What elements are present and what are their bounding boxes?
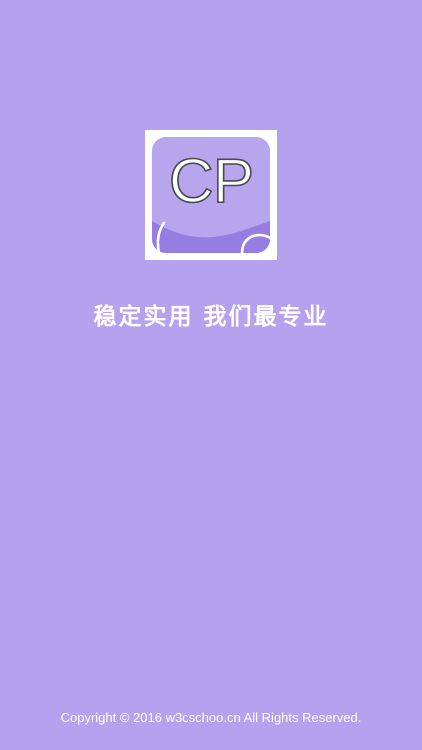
tagline-text: 稳定实用 我们最专业 [93, 304, 329, 330]
copyright-text: Copyright © 2016 w3cschoo.cn All Rights … [60, 710, 362, 725]
app-logo: CP [145, 130, 277, 260]
splash-screen: CP 稳定实用 我们最专业 Copyright © 2016 w3cschoo.… [0, 0, 422, 750]
app-logo-inner: CP [152, 137, 270, 253]
logo-text: CP [168, 146, 255, 217]
